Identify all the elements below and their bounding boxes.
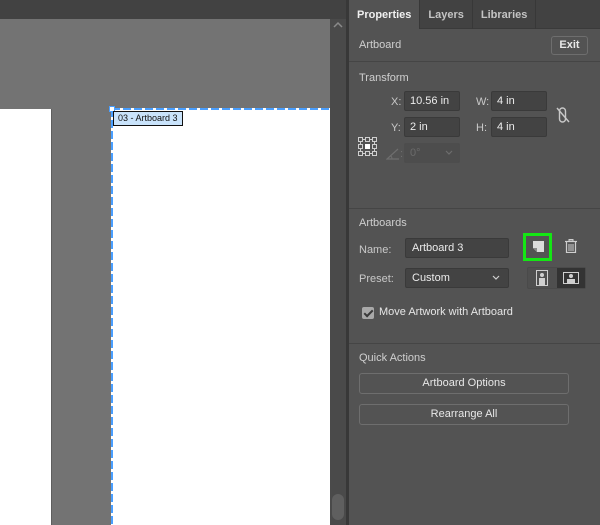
tab-bar-filler: [536, 0, 600, 28]
landscape-button[interactable]: [556, 268, 585, 288]
panel-tabs: Properties Layers Libraries: [349, 0, 600, 29]
quick-actions-section: Quick Actions Artboard Options Rearrange…: [349, 344, 600, 444]
portrait-button[interactable]: [528, 268, 557, 288]
angle-label: :: [400, 148, 404, 160]
properties-panel: Properties Layers Libraries Artboard Exi…: [349, 0, 600, 525]
preset-select[interactable]: Custom: [405, 268, 509, 288]
move-artwork-label[interactable]: Move Artwork with Artboard: [379, 306, 513, 318]
chevron-down-icon: [445, 144, 453, 162]
reference-point-icon[interactable]: [358, 137, 378, 157]
w-label: W:: [476, 96, 490, 108]
delete-artboard-icon[interactable]: [565, 239, 577, 256]
x-label: X:: [391, 96, 402, 108]
artboards-section: Artboards Name: Artboard 3 Preset: Custo…: [349, 209, 600, 344]
artboard-previous[interactable]: [0, 109, 52, 525]
y-label: Y:: [391, 122, 401, 134]
artboard-options-button[interactable]: Artboard Options: [359, 373, 569, 394]
x-input[interactable]: 10.56 in: [404, 91, 460, 111]
h-input[interactable]: 4 in: [491, 117, 547, 137]
artboard-selected[interactable]: 03 - Artboard 3: [109, 106, 330, 525]
name-label: Name:: [359, 244, 392, 256]
vertical-scrollbar[interactable]: [330, 19, 346, 525]
new-artboard-icon[interactable]: [533, 241, 544, 255]
tab-properties[interactable]: Properties: [349, 0, 421, 29]
preset-value: Custom: [412, 272, 450, 284]
transform-section-title: Transform: [359, 72, 409, 84]
chevron-down-icon: [492, 269, 500, 287]
orientation-toggle: [527, 267, 586, 289]
artboard-section-title: Artboard: [359, 39, 402, 51]
artboards-section-title: Artboards: [359, 217, 407, 229]
quick-actions-title: Quick Actions: [359, 352, 426, 364]
selection-border-left: [111, 109, 113, 525]
tab-libraries[interactable]: Libraries: [473, 0, 537, 29]
rotate-angle-icon: [385, 148, 400, 160]
angle-value: 0°: [410, 147, 421, 159]
y-input[interactable]: 2 in: [404, 117, 460, 137]
scrollbar-thumb[interactable]: [332, 494, 344, 520]
artboard-name-input[interactable]: Artboard 3: [405, 238, 509, 258]
tab-layers[interactable]: Layers: [420, 0, 473, 29]
selection-border-top: [112, 108, 330, 110]
move-artwork-checkbox[interactable]: [362, 307, 374, 319]
w-input[interactable]: 4 in: [491, 91, 547, 111]
angle-select: 0°: [404, 143, 460, 163]
canvas-top-bar: [0, 0, 348, 19]
chevron-up-icon[interactable]: [332, 21, 344, 33]
landscape-icon: [562, 272, 579, 284]
canvas-area: 03 - Artboard 3: [0, 0, 348, 525]
exit-button[interactable]: Exit: [551, 36, 588, 55]
transform-section: Transform X: 10.56 in W: 4 in Y: 2 in H:: [349, 62, 600, 209]
canvas-viewport[interactable]: 03 - Artboard 3: [0, 19, 330, 525]
h-label: H:: [476, 122, 487, 134]
rearrange-all-button[interactable]: Rearrange All: [359, 404, 569, 425]
artboard-name-label[interactable]: 03 - Artboard 3: [113, 111, 183, 126]
artboard-section: Artboard Exit: [349, 29, 600, 62]
unlinked-proportions-icon[interactable]: [555, 106, 571, 124]
portrait-icon: [536, 270, 549, 286]
preset-label: Preset:: [359, 273, 394, 285]
